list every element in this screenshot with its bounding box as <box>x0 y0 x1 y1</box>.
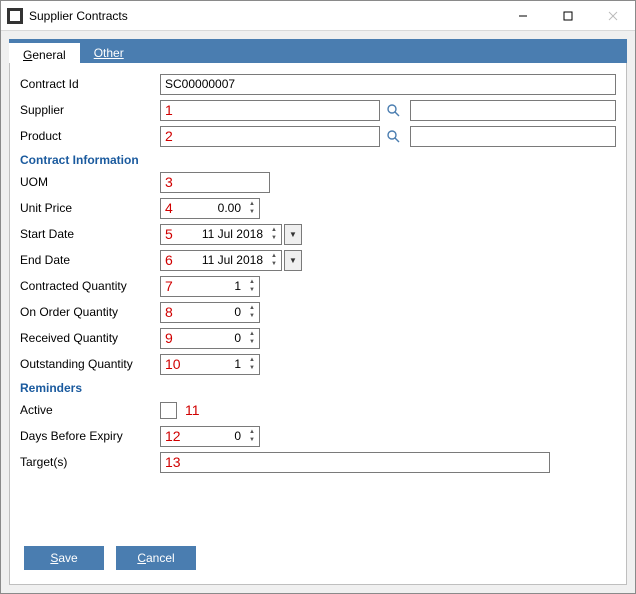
unit-price-spinner[interactable]: ▲▼ <box>246 200 258 217</box>
chevron-down-icon: ▼ <box>246 286 258 295</box>
close-button[interactable] <box>590 1 635 30</box>
chevron-up-icon: ▲ <box>246 356 258 365</box>
received-qty-input[interactable]: 9 0 ▲▼ <box>160 328 260 349</box>
annotation-9: 9 <box>165 330 173 346</box>
annotation-13: 13 <box>165 454 181 470</box>
annotation-5: 5 <box>165 226 173 242</box>
received-qty-spinner[interactable]: ▲▼ <box>246 330 258 347</box>
contracted-qty-input[interactable]: 7 1 ▲▼ <box>160 276 260 297</box>
chevron-down-icon: ▼ <box>268 260 280 269</box>
chevron-down-icon: ▼ <box>268 234 280 243</box>
maximize-button[interactable] <box>545 1 590 30</box>
titlebar: Supplier Contracts <box>1 1 635 31</box>
chevron-down-icon: ▼ <box>246 364 258 373</box>
contract-id-input[interactable]: SC00000007 <box>160 74 616 95</box>
on-order-qty-spinner[interactable]: ▲▼ <box>246 304 258 321</box>
save-button[interactable]: Save <box>24 546 104 570</box>
chevron-up-icon: ▲ <box>268 252 280 261</box>
window-title: Supplier Contracts <box>29 9 128 23</box>
annotation-11: 11 <box>185 402 200 418</box>
annotation-7: 7 <box>165 278 173 294</box>
annotation-1: 1 <box>165 102 173 118</box>
label-contract-id: Contract Id <box>20 77 160 91</box>
product-lookup-button[interactable] <box>382 126 404 147</box>
annotation-3: 3 <box>165 174 173 190</box>
product-input[interactable]: 2 <box>160 126 380 147</box>
label-end-date: End Date <box>20 253 160 267</box>
label-active: Active <box>20 403 160 417</box>
chevron-up-icon: ▲ <box>246 330 258 339</box>
chevron-up-icon: ▲ <box>268 226 280 235</box>
supplier-display <box>410 100 616 121</box>
annotation-6: 6 <box>165 252 173 268</box>
end-date-spinner[interactable]: ▲▼ <box>268 252 280 269</box>
chevron-down-icon: ▼ <box>246 312 258 321</box>
section-reminders: Reminders <box>20 381 616 395</box>
label-start-date: Start Date <box>20 227 160 241</box>
end-date-value: 11 Jul 2018 <box>202 253 277 267</box>
start-date-input[interactable]: 5 11 Jul 2018 ▲▼ <box>160 224 282 245</box>
tab-strip: General Other <box>9 39 627 63</box>
window-frame: Supplier Contracts General Other Contrac… <box>0 0 636 594</box>
chevron-down-icon: ▼ <box>246 338 258 347</box>
contract-id-value: SC00000007 <box>165 77 235 91</box>
tab-other[interactable]: Other <box>80 39 138 63</box>
targets-input[interactable]: 13 <box>160 452 550 473</box>
contracted-qty-spinner[interactable]: ▲▼ <box>246 278 258 295</box>
label-days-before-expiry: Days Before Expiry <box>20 429 160 443</box>
tab-other-label: Other <box>94 46 124 60</box>
label-targets: Target(s) <box>20 455 160 469</box>
label-on-order-qty: On Order Quantity <box>20 305 160 319</box>
label-uom: UOM <box>20 175 160 189</box>
annotation-4: 4 <box>165 200 173 216</box>
unit-price-input[interactable]: 4 0.00 ▲▼ <box>160 198 260 219</box>
days-before-expiry-spinner[interactable]: ▲▼ <box>246 428 258 445</box>
annotation-2: 2 <box>165 128 173 144</box>
start-date-dropdown[interactable]: ▼ <box>284 224 302 245</box>
section-contract-information: Contract Information <box>20 153 616 167</box>
product-display <box>410 126 616 147</box>
label-received-qty: Received Quantity <box>20 331 160 345</box>
outstanding-qty-input[interactable]: 10 1 ▲▼ <box>160 354 260 375</box>
uom-input[interactable]: 3 <box>160 172 270 193</box>
outstanding-qty-spinner[interactable]: ▲▼ <box>246 356 258 373</box>
annotation-10: 10 <box>165 356 181 372</box>
label-supplier: Supplier <box>20 103 160 117</box>
supplier-input[interactable]: 1 <box>160 100 380 121</box>
start-date-spinner[interactable]: ▲▼ <box>268 226 280 243</box>
chevron-up-icon: ▲ <box>246 278 258 287</box>
tab-panel-general: Contract Id SC00000007 Supplier 1 Produc… <box>9 63 627 585</box>
cancel-button[interactable]: Cancel <box>116 546 196 570</box>
on-order-qty-input[interactable]: 8 0 ▲▼ <box>160 302 260 323</box>
supplier-lookup-button[interactable] <box>382 100 404 121</box>
end-date-input[interactable]: 6 11 Jul 2018 ▲▼ <box>160 250 282 271</box>
label-product: Product <box>20 129 160 143</box>
end-date-dropdown[interactable]: ▼ <box>284 250 302 271</box>
chevron-up-icon: ▲ <box>246 200 258 209</box>
active-checkbox[interactable] <box>160 402 177 419</box>
tab-general[interactable]: General <box>9 41 80 63</box>
label-unit-price: Unit Price <box>20 201 160 215</box>
chevron-down-icon: ▼ <box>246 208 258 217</box>
tab-general-label: eneral <box>32 48 65 62</box>
annotation-12: 12 <box>165 428 181 444</box>
label-contracted-qty: Contracted Quantity <box>20 279 160 293</box>
label-outstanding-qty: Outstanding Quantity <box>20 357 160 371</box>
search-icon <box>386 103 400 117</box>
app-icon <box>7 8 23 24</box>
start-date-value: 11 Jul 2018 <box>202 227 277 241</box>
window-body: General Other Contract Id SC00000007 Sup… <box>1 31 635 593</box>
days-before-expiry-input[interactable]: 12 0 ▲▼ <box>160 426 260 447</box>
minimize-button[interactable] <box>500 1 545 30</box>
chevron-up-icon: ▲ <box>246 304 258 313</box>
search-icon <box>386 129 400 143</box>
chevron-up-icon: ▲ <box>246 428 258 437</box>
annotation-8: 8 <box>165 304 173 320</box>
chevron-down-icon: ▼ <box>246 436 258 445</box>
